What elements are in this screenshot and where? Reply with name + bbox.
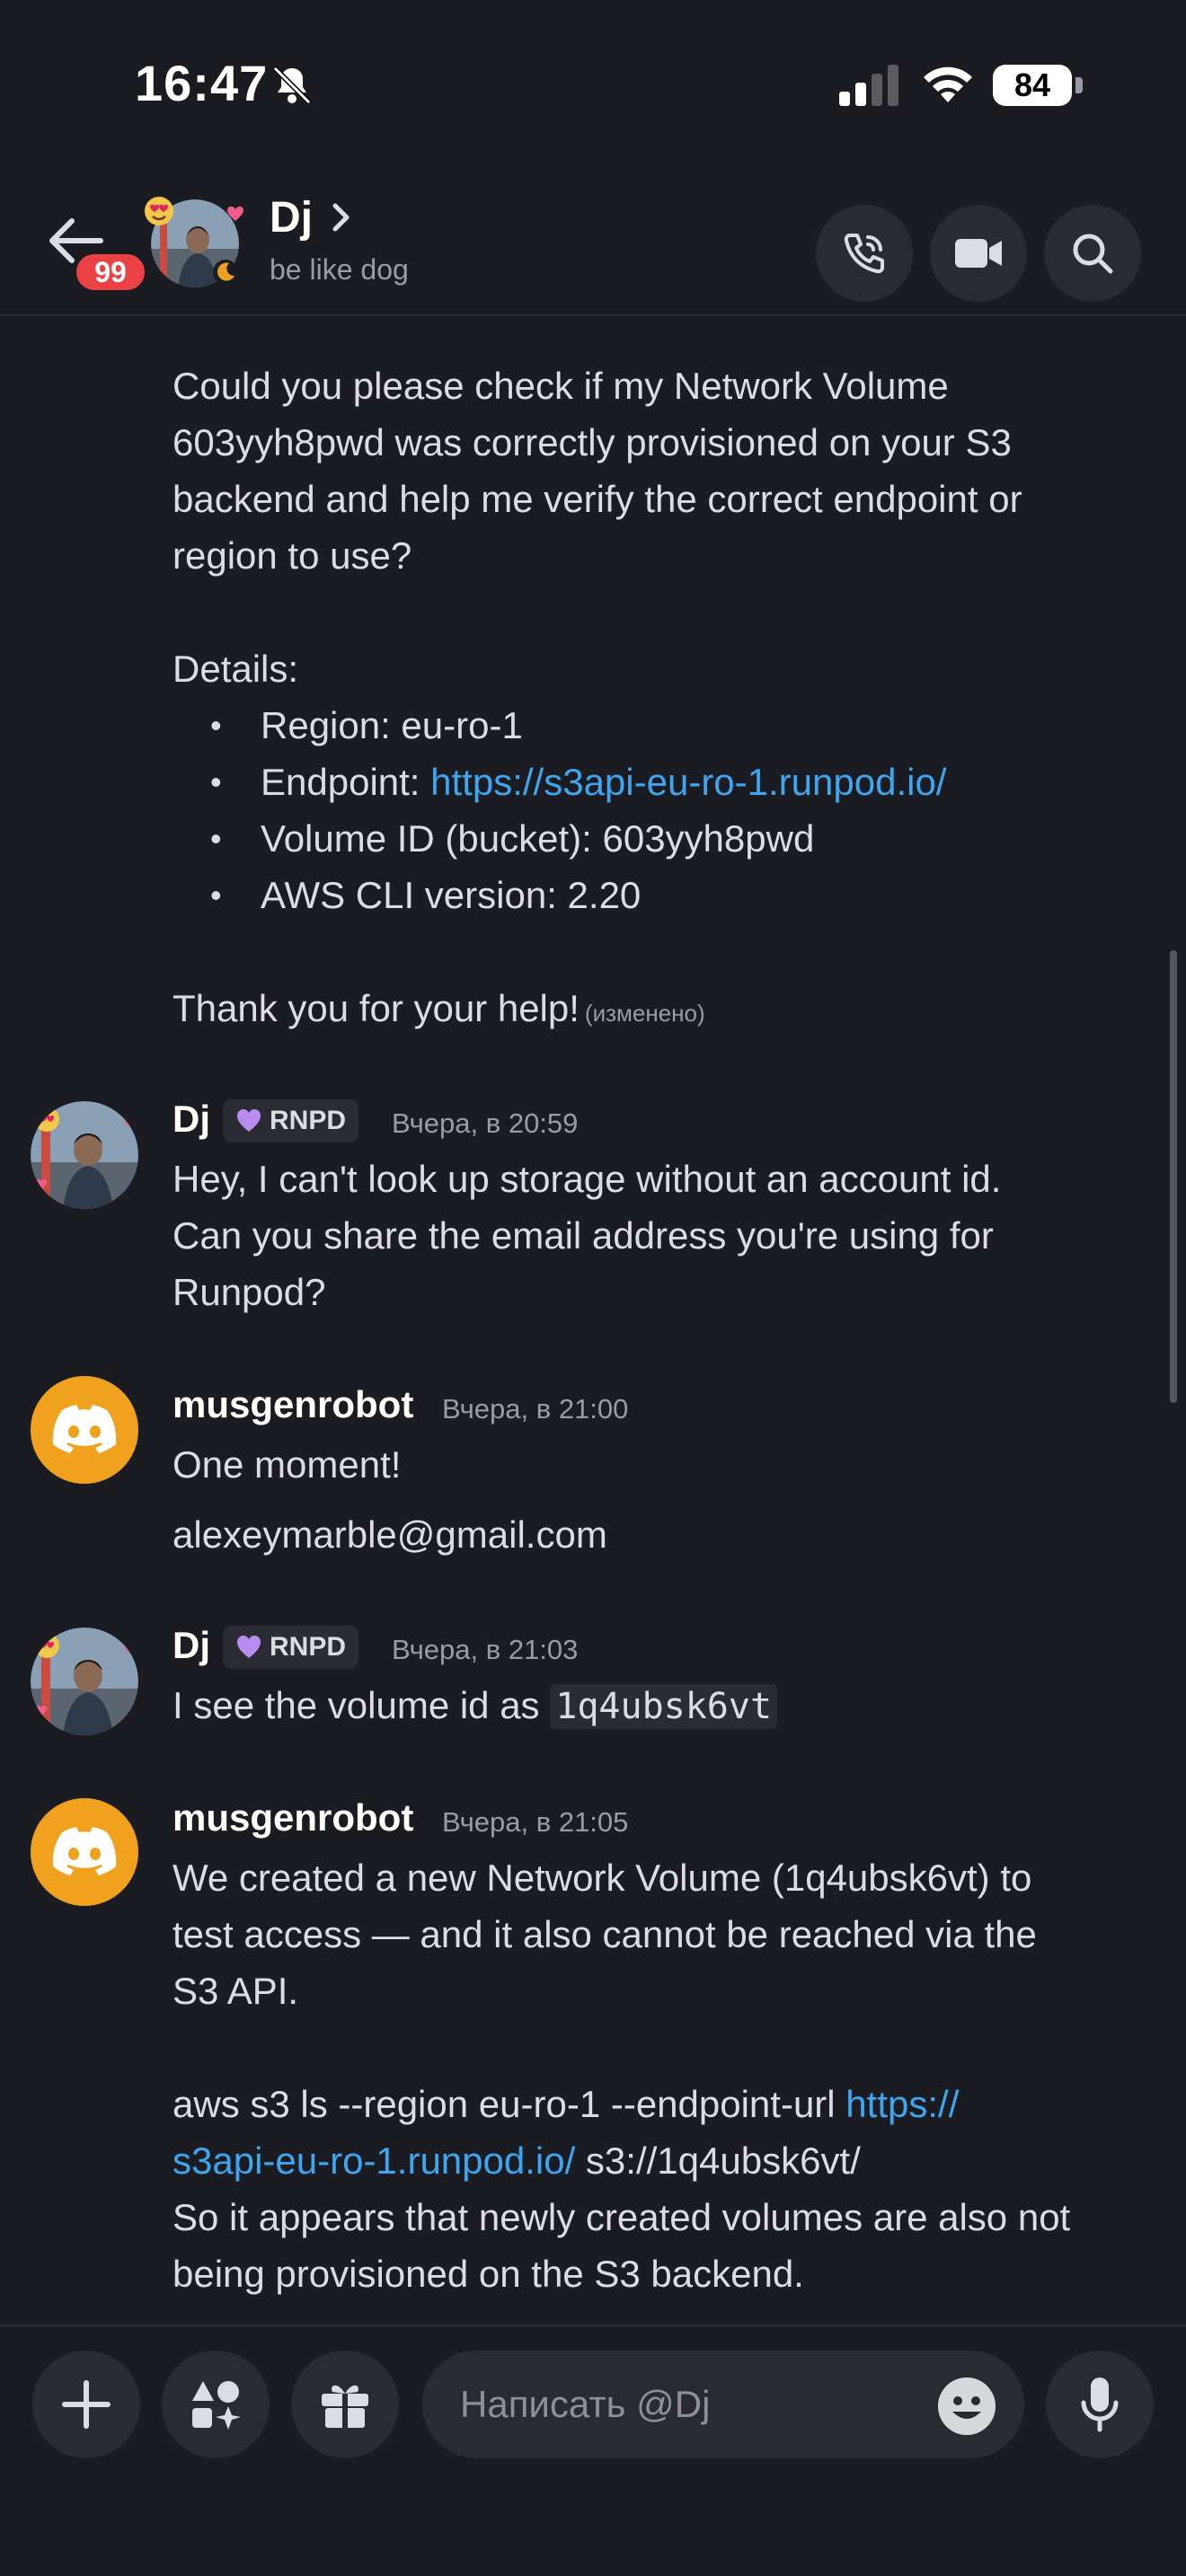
avatar[interactable] xyxy=(31,1376,138,1484)
message-line: alexeymarble@gmail.com xyxy=(173,1513,607,1556)
command-link[interactable]: https:// xyxy=(845,2083,959,2125)
discord-icon xyxy=(52,1827,117,1875)
thanks-text: Thank you for your help! xyxy=(173,987,580,1029)
search-icon xyxy=(1073,234,1113,274)
avatar[interactable] xyxy=(31,1798,138,1906)
voice-call-button[interactable] xyxy=(816,205,913,302)
heart-icon xyxy=(227,206,243,221)
message-line: I see the volume id as 1q4ubsk6vt xyxy=(173,1677,778,1735)
search-button[interactable] xyxy=(1044,205,1141,302)
endpoint-label: Endpoint: xyxy=(261,761,431,803)
plus-icon xyxy=(62,2380,111,2429)
message-text: I see the volume id as xyxy=(173,1684,551,1726)
emoji-icon[interactable] xyxy=(938,2378,996,2435)
message-line: 603yyh8pwd was correctly provisioned on … xyxy=(173,421,1012,463)
add-attachment-button[interactable] xyxy=(32,2351,140,2458)
author-name[interactable]: Dj xyxy=(173,1624,210,1667)
bullet-dot: • xyxy=(210,763,222,800)
message-line: region to use? xyxy=(173,534,412,577)
bell-slash-icon xyxy=(272,66,312,105)
moon-status-icon xyxy=(213,260,238,285)
apps-button[interactable] xyxy=(162,2351,270,2458)
battery-level: 84 xyxy=(993,65,1072,106)
wifi-icon xyxy=(924,66,972,102)
command-text: s3://1q4ubsk6vt/ xyxy=(575,2139,861,2182)
discord-icon xyxy=(52,1405,117,1453)
microphone-icon xyxy=(1081,2378,1119,2432)
bullet-dot: • xyxy=(210,820,222,857)
phone-icon xyxy=(844,234,884,274)
avatar[interactable] xyxy=(31,1628,138,1735)
message-timestamp: Вчера, в 20:59 xyxy=(392,1107,579,1139)
contact-status: be like dog xyxy=(270,253,409,286)
message-line: S3 API. xyxy=(173,1970,299,2012)
apps-icon xyxy=(192,2381,241,2430)
message-line: Can you share the email address you're u… xyxy=(173,1214,994,1257)
inline-code: 1q4ubsk6vt xyxy=(550,1684,778,1729)
details-label: Details: xyxy=(173,648,299,690)
command-line: aws s3 ls --region eu-ro-1 --endpoint-ur… xyxy=(173,2076,959,2132)
message-line: Hey, I can't look up storage without an … xyxy=(173,1158,1002,1200)
scrollbar[interactable] xyxy=(1170,950,1177,1403)
gift-icon xyxy=(322,2385,368,2428)
message-line: So it appears that newly created volumes… xyxy=(173,2196,1071,2238)
author-name[interactable]: musgenrobot xyxy=(173,1383,413,1426)
battery-cap xyxy=(1075,77,1083,93)
heart-icon xyxy=(237,1636,261,1658)
bullet-volume: Volume ID (bucket): 603yyh8pwd xyxy=(261,817,815,860)
command-text: aws s3 ls --region eu-ro-1 --endpoint-ur… xyxy=(173,2083,846,2125)
bullet-endpoint: Endpoint: https://s3api-eu-ro-1.runpod.i… xyxy=(261,754,946,810)
message-input[interactable] xyxy=(422,2351,1024,2458)
bullet-dot: • xyxy=(210,877,222,913)
chevron-right-icon[interactable] xyxy=(331,201,352,234)
voice-message-button[interactable] xyxy=(1046,2351,1154,2458)
clock: 16:47 xyxy=(135,55,269,111)
message-line: Thank you for your help! (изменено) xyxy=(173,980,705,1042)
role-label: RNPD xyxy=(270,1632,347,1662)
role-tag[interactable]: RNPD xyxy=(223,1099,359,1142)
status-bar: 16:47 84 xyxy=(0,0,1186,171)
author-name[interactable]: Dj xyxy=(173,1098,210,1141)
avatar[interactable] xyxy=(31,1101,138,1209)
bullet-region: Region: eu-ro-1 xyxy=(261,704,523,746)
message-line: being provisioned on the S3 backend. xyxy=(173,2253,804,2295)
bullet-cli: AWS CLI version: 2.20 xyxy=(261,874,642,916)
message-line: backend and help me verify the correct e… xyxy=(173,478,1022,520)
message-line: Could you please check if my Network Vol… xyxy=(173,365,949,407)
message-line: test access — and it also cannot be reac… xyxy=(173,1913,1037,1955)
edited-label: (изменено) xyxy=(584,1000,705,1027)
heart-eyes-icon xyxy=(145,197,173,225)
message-timestamp: Вчера, в 21:05 xyxy=(442,1806,629,1838)
heart-icon xyxy=(237,1109,261,1132)
gift-button[interactable] xyxy=(291,2351,399,2458)
contact-name[interactable]: Dj xyxy=(270,193,313,243)
bullet-dot: • xyxy=(210,707,222,744)
message-line: We created a new Network Volume (1q4ubsk… xyxy=(173,1857,1032,1899)
cellular-signal-icon xyxy=(839,65,898,106)
role-label: RNPD xyxy=(270,1106,347,1135)
video-call-button[interactable] xyxy=(930,205,1027,302)
role-tag[interactable]: RNPD xyxy=(223,1626,359,1669)
command-link[interactable]: s3api-eu-ro-1.runpod.io/ xyxy=(173,2139,575,2182)
unread-badge: 99 xyxy=(72,250,149,295)
message-timestamp: Вчера, в 21:03 xyxy=(392,1634,579,1665)
command-line: s3api-eu-ro-1.runpod.io/ s3://1q4ubsk6vt… xyxy=(173,2132,861,2189)
endpoint-link[interactable]: https://s3api-eu-ro-1.runpod.io/ xyxy=(430,761,946,803)
author-name[interactable]: musgenrobot xyxy=(173,1796,413,1839)
video-camera-icon xyxy=(955,239,1002,268)
message-line: One moment! xyxy=(173,1443,402,1486)
dm-screen: 16:47 84 99 Dj be like dog Could you ple… xyxy=(0,0,1186,2576)
battery-indicator: 84 xyxy=(993,65,1083,106)
message-line: Runpod? xyxy=(173,1271,326,1313)
message-timestamp: Вчера, в 21:00 xyxy=(442,1393,629,1425)
